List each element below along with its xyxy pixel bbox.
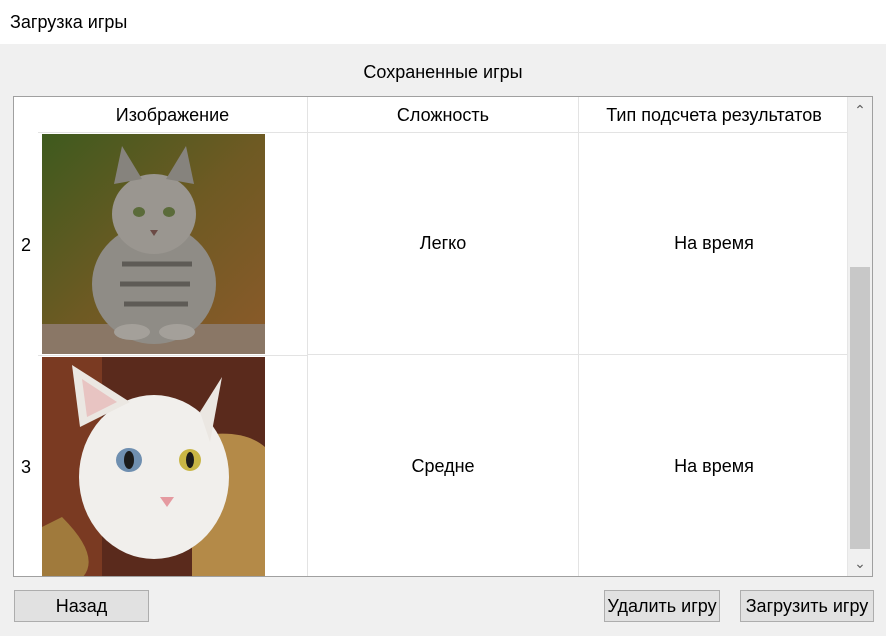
chevron-up-icon[interactable]: ⌃ bbox=[848, 97, 872, 123]
saved-games-table[interactable]: Изображение Сложность Тип подсчета резул… bbox=[13, 96, 873, 577]
scoring-cell[interactable]: На время bbox=[579, 133, 850, 355]
difficulty-cell[interactable]: Средне bbox=[308, 355, 579, 576]
saved-games-label: Сохраненные игры bbox=[363, 62, 523, 82]
tabby-cat-image[interactable] bbox=[42, 134, 265, 354]
scrollbar-thumb[interactable] bbox=[850, 267, 870, 549]
row-header[interactable]: 2 bbox=[14, 235, 38, 256]
white-cat-image[interactable] bbox=[42, 357, 265, 576]
column-header-image[interactable]: Изображение bbox=[38, 97, 308, 133]
chevron-down-icon[interactable]: ⌄ bbox=[848, 550, 872, 576]
back-button[interactable]: Назад bbox=[14, 590, 149, 622]
delete-game-button[interactable]: Удалить игру bbox=[604, 590, 720, 622]
scoring-cell[interactable]: На время bbox=[579, 355, 850, 576]
row-header[interactable]: 3 bbox=[14, 457, 38, 478]
table-corner-header bbox=[14, 97, 39, 133]
window-title: Загрузка игры bbox=[10, 12, 128, 32]
vertical-scrollbar[interactable]: ⌃ ⌄ bbox=[847, 97, 872, 576]
column-header-scoring[interactable]: Тип подсчета результатов bbox=[579, 97, 850, 133]
row-divider bbox=[38, 355, 308, 356]
window-titlebar: Загрузка игры bbox=[0, 0, 886, 44]
column-header-difficulty[interactable]: Сложность bbox=[308, 97, 579, 133]
tabby-cat-photo bbox=[42, 134, 265, 354]
difficulty-cell[interactable]: Легко bbox=[308, 133, 579, 355]
column-divider bbox=[307, 133, 308, 576]
load-game-button[interactable]: Загрузить игру bbox=[740, 590, 874, 622]
white-cat-photo bbox=[42, 357, 265, 576]
